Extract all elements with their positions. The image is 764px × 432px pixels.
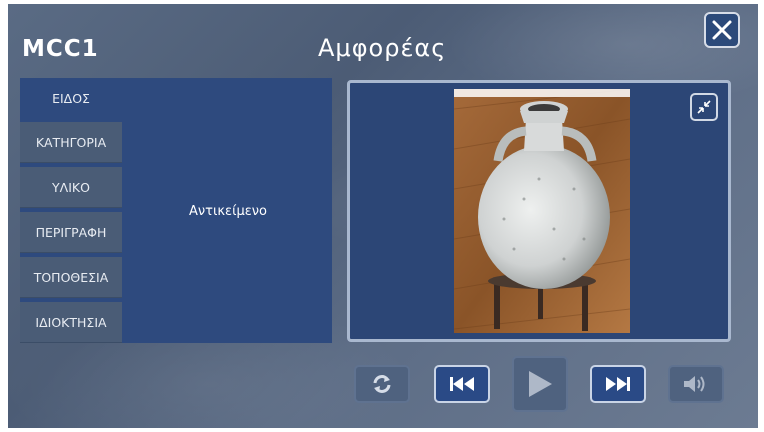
volume-icon [684, 376, 705, 392]
collapse-arrows-icon [697, 100, 711, 114]
tab-topothesia[interactable]: ΤΟΠΟΘΕΣΙΑ [20, 257, 122, 298]
close-icon [712, 20, 732, 40]
play-icon [529, 371, 552, 397]
amphora-photo [454, 89, 630, 333]
tab-yliko[interactable]: ΥΛΙΚΟ [20, 167, 122, 208]
tab-katigoria[interactable]: ΚΑΤΗΓΟΡΙΑ [20, 122, 122, 163]
tab-content-text: Αντικείμενο [189, 204, 267, 219]
tab-list: ΕΙΔΟΣ ΚΑΤΗΓΟΡΙΑ ΥΛΙΚΟ ΠΕΡΙΓΡΑΦΗ ΤΟΠΟΘΕΣΙ… [20, 78, 122, 343]
volume-button[interactable] [668, 365, 724, 403]
next-button[interactable] [590, 365, 646, 403]
tab-perigrafi[interactable]: ΠΕΡΙΓΡΑΦΗ [20, 212, 122, 253]
skip-back-icon [450, 377, 474, 391]
tab-idioktisia[interactable]: ΙΔΙΟΚΤΗΣΙΑ [20, 302, 122, 343]
page-title: Αμφορέας [318, 34, 447, 62]
previous-button[interactable] [434, 365, 490, 403]
fullscreen-toggle-button[interactable] [690, 93, 718, 121]
refresh-button[interactable] [354, 365, 410, 403]
image-viewer [347, 80, 731, 342]
play-button[interactable] [512, 356, 568, 412]
info-panel: ΕΙΔΟΣ ΚΑΤΗΓΟΡΙΑ ΥΛΙΚΟ ΠΕΡΙΓΡΑΦΗ ΤΟΠΟΘΕΣΙ… [20, 78, 332, 343]
object-code: MCC1 [22, 36, 99, 62]
skip-forward-icon [606, 377, 630, 391]
close-button[interactable] [704, 12, 740, 48]
tab-eidos[interactable]: ΕΙΔΟΣ [20, 78, 122, 118]
refresh-icon [373, 375, 391, 393]
